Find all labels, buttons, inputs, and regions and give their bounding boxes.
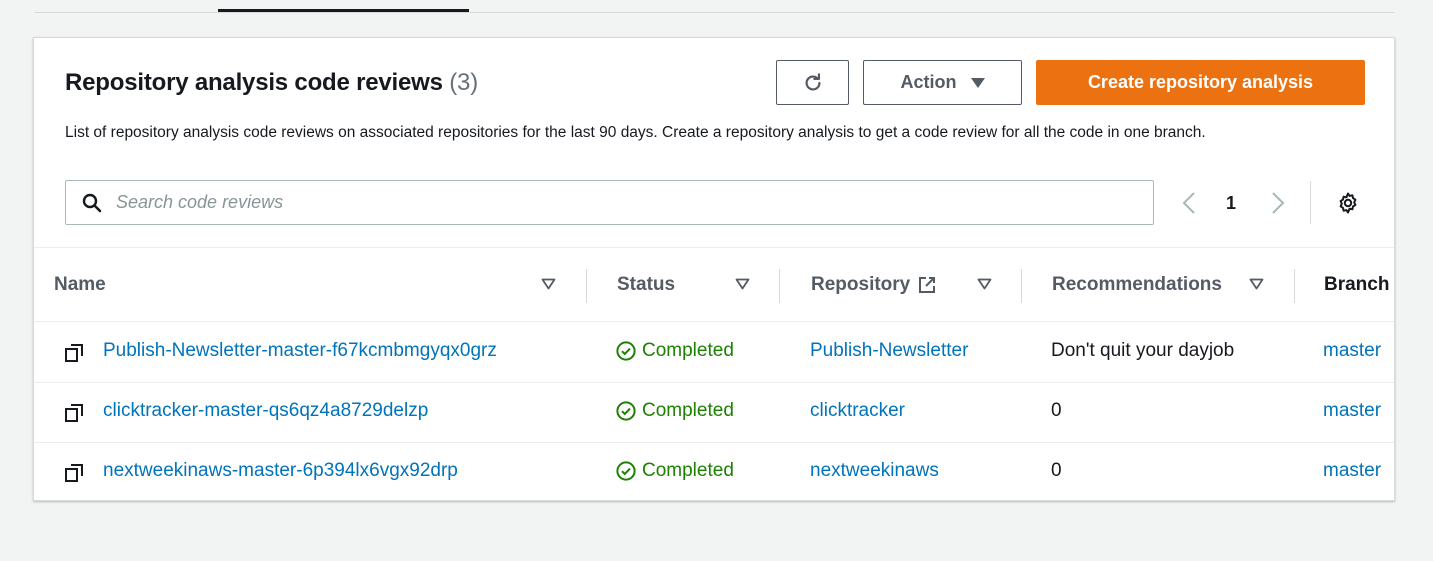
action-label: Action	[900, 72, 957, 92]
success-check-icon	[616, 461, 636, 481]
current-page[interactable]: 1	[1226, 188, 1236, 218]
repository-header-label: Repository	[811, 274, 911, 295]
review-count: (3)	[449, 69, 478, 96]
table-header-border	[34, 321, 1394, 322]
repository-link[interactable]: Publish-Newsletter	[810, 340, 968, 362]
chevron-left-icon	[1182, 192, 1195, 214]
table-row: nextweekinaws-master-6p394lx6vgx92drp Co…	[34, 443, 1394, 500]
column-header-status[interactable]: Status	[617, 274, 675, 296]
column-header-branch[interactable]: Branch	[1324, 274, 1389, 296]
copy-icon[interactable]	[65, 464, 83, 482]
column-header-name[interactable]: Name	[54, 274, 106, 296]
review-name-link[interactable]: Publish-Newsletter-master-f67kcmbmgyqx0g…	[103, 340, 497, 362]
action-dropdown-button[interactable]: Action	[863, 60, 1022, 105]
table-row: Publish-Newsletter-master-f67kcmbmgyqx0g…	[34, 323, 1394, 383]
panel-title: Repository analysis code reviews	[65, 69, 443, 96]
refresh-button[interactable]	[776, 60, 849, 105]
column-divider	[1021, 269, 1022, 303]
gear-icon	[1339, 192, 1357, 214]
create-repository-analysis-button[interactable]: Create repository analysis	[1036, 60, 1365, 105]
success-check-icon	[616, 401, 636, 421]
sort-icon[interactable]	[1249, 278, 1264, 290]
next-page-button[interactable]	[1271, 188, 1285, 218]
sort-icon[interactable]	[735, 278, 750, 290]
repository-link[interactable]: clicktracker	[810, 400, 905, 422]
caret-down-icon	[970, 77, 985, 88]
panel-description: List of repository analysis code reviews…	[65, 124, 1206, 141]
review-name-link[interactable]: clicktracker-master-qs6qz4a8729delzp	[103, 400, 428, 422]
success-check-icon	[616, 341, 636, 361]
external-link-icon	[919, 277, 936, 293]
branch-link[interactable]: master	[1323, 340, 1381, 362]
review-name-link[interactable]: nextweekinaws-master-6p394lx6vgx92drp	[103, 460, 458, 482]
column-divider	[1294, 269, 1295, 303]
code-reviews-panel: Repository analysis code reviews (3) Act…	[33, 37, 1395, 501]
search-box[interactable]	[65, 180, 1154, 225]
repository-link[interactable]: nextweekinaws	[810, 460, 939, 482]
column-header-recommendations[interactable]: Recommendations	[1052, 274, 1222, 296]
branch-link[interactable]: master	[1323, 400, 1381, 422]
pagination-divider	[1310, 181, 1311, 224]
refresh-icon	[805, 72, 821, 91]
status-indicator: Completed	[616, 460, 734, 482]
recommendations-value: 0	[1051, 460, 1062, 481]
preferences-button[interactable]	[1336, 191, 1360, 220]
copy-icon[interactable]	[65, 404, 83, 422]
tabs-divider	[34, 12, 1394, 13]
search-input[interactable]	[114, 191, 1018, 214]
copy-icon[interactable]	[65, 344, 83, 362]
search-icon	[82, 193, 102, 212]
recommendations-value: Don't quit your dayjob	[1051, 340, 1235, 361]
status-text: Completed	[642, 460, 734, 481]
sort-icon[interactable]	[541, 278, 556, 290]
column-header-repository[interactable]: Repository	[811, 274, 936, 296]
page-title: Repository analysis code reviews (3)	[65, 69, 478, 97]
recommendations-value: 0	[1051, 400, 1062, 421]
table-row: clicktracker-master-qs6qz4a8729delzp Com…	[34, 383, 1394, 443]
status-indicator: Completed	[616, 340, 734, 362]
column-divider	[586, 269, 587, 303]
previous-page-button[interactable]	[1182, 188, 1196, 218]
status-text: Completed	[642, 340, 734, 361]
sort-icon[interactable]	[977, 278, 992, 290]
status-text: Completed	[642, 400, 734, 421]
table-top-border	[34, 247, 1394, 248]
column-divider	[779, 269, 780, 303]
status-indicator: Completed	[616, 400, 734, 422]
branch-link[interactable]: master	[1323, 460, 1381, 482]
chevron-right-icon	[1272, 192, 1285, 214]
